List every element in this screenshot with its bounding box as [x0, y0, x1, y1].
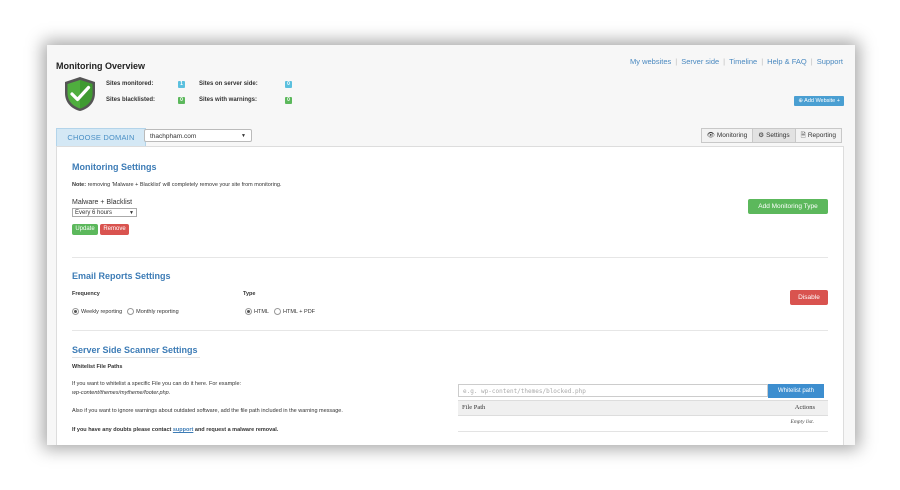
nav-help-faq[interactable]: Help & FAQ: [767, 57, 807, 66]
tab-monitoring[interactable]: 👁 Monitoring: [700, 128, 754, 143]
nav-timeline[interactable]: Timeline: [729, 57, 757, 66]
domain-select[interactable]: thachpham.com ▼: [144, 129, 252, 142]
eye-icon: 👁: [706, 132, 715, 139]
add-monitoring-type-button[interactable]: Add Monitoring Type: [748, 199, 828, 214]
support-link[interactable]: support: [173, 427, 193, 433]
col-actions: Actions: [794, 404, 815, 411]
malware-blacklist-label: Malware + Blacklist: [72, 199, 133, 206]
disable-button[interactable]: Disable: [790, 290, 828, 305]
stat-label-server-side: Sites on server side:: [199, 81, 258, 87]
type-options: HTML HTML + PDF: [245, 308, 315, 315]
plus-icon: +: [836, 98, 840, 104]
radio-weekly-label: Weekly reporting: [81, 308, 123, 315]
stat-label-warnings: Sites with warnings:: [199, 97, 258, 103]
tab-settings[interactable]: ⚙ Settings: [752, 128, 796, 143]
nav-server-side[interactable]: Server side: [681, 57, 719, 66]
stat-label-blacklisted: Sites blacklisted:: [106, 97, 156, 103]
view-tabs: 👁 Monitoring ⚙ Settings 🗎 Reporting: [700, 128, 842, 143]
stat-badge-server-side: 0: [285, 81, 292, 88]
interval-select-value: Every 6 hours: [75, 210, 113, 216]
note-label: Note:: [72, 182, 87, 188]
stat-label-monitored: Sites monitored:: [106, 81, 154, 87]
tab-monitoring-label: Monitoring: [716, 132, 748, 139]
add-website-button[interactable]: ⊕ Add Website +: [794, 96, 844, 106]
support-text: If you have any doubts please contact su…: [72, 427, 278, 433]
radio-html[interactable]: [245, 308, 252, 315]
plus-icon: ⊕: [798, 98, 803, 104]
stat-badge-blacklisted: 0: [178, 97, 185, 104]
note-text: removing 'Malware + Blacklist' will comp…: [87, 182, 282, 188]
choose-domain-tab: CHOOSE DOMAIN: [56, 128, 146, 146]
top-nav: My websites | Server side | Timeline | H…: [630, 57, 843, 66]
server-scanner-heading: Server Side Scanner Settings: [72, 345, 198, 355]
tab-settings-label: Settings: [766, 132, 790, 139]
monitoring-settings-heading: Monitoring Settings: [72, 162, 157, 172]
app-window: Monitoring Overview My websites | Server…: [47, 45, 855, 445]
section-divider: [72, 257, 828, 258]
email-reports-heading: Email Reports Settings: [72, 271, 171, 281]
whitelist-table-header: File Path Actions: [458, 400, 828, 416]
tab-reporting-label: Reporting: [807, 132, 836, 139]
remove-button[interactable]: Remove: [100, 224, 129, 235]
update-button[interactable]: Update: [72, 224, 98, 235]
stat-badge-warnings: 0: [285, 97, 292, 104]
support-text-after: and request a malware removal.: [194, 427, 279, 433]
nav-my-websites[interactable]: My websites: [630, 57, 671, 66]
empty-list-text: Empty list.: [790, 419, 814, 425]
whitelist-path-button[interactable]: Whitelist path: [768, 384, 824, 398]
gear-icon: ⚙: [758, 132, 765, 139]
nav-separator: |: [723, 57, 726, 66]
col-file-path: File Path: [462, 404, 486, 411]
interval-select[interactable]: Every 6 hours ▼: [72, 208, 137, 217]
stat-badge-monitored: 1: [178, 81, 185, 88]
section-divider: [72, 330, 828, 331]
nav-separator: |: [675, 57, 678, 66]
caret-down-icon: ▼: [241, 133, 246, 139]
type-label: Type: [243, 291, 256, 297]
whitelist-path-placeholder: e.g. wp-content/themes/blocked.php: [463, 388, 586, 395]
caret-down-icon: ▼: [129, 210, 134, 216]
whitelist-help-text: If you want to whitelist a specific File…: [72, 381, 242, 387]
whitelist-example-path: wp-content/themes/mytheme/footer.php.: [72, 390, 171, 396]
document-icon: 🗎: [800, 132, 806, 139]
outdated-software-text: Also if you want to ignore warnings abou…: [72, 408, 343, 414]
page-title: Monitoring Overview: [56, 61, 146, 71]
radio-weekly[interactable]: [72, 308, 79, 315]
nav-separator: |: [761, 57, 764, 66]
tab-reporting[interactable]: 🗎 Reporting: [794, 128, 842, 143]
heading-underline: [72, 357, 200, 358]
support-text-before: If you have any doubts please contact: [72, 427, 172, 433]
nav-separator: |: [810, 57, 813, 66]
whitelist-path-input[interactable]: e.g. wp-content/themes/blocked.php: [458, 384, 768, 397]
monitoring-note: Note: removing 'Malware + Blacklist' wil…: [72, 182, 282, 188]
frequency-label: Frequency: [72, 291, 100, 297]
radio-html-pdf[interactable]: [273, 308, 281, 315]
shield-check-icon: [65, 77, 95, 111]
radio-html-pdf-label: HTML + PDF: [282, 308, 316, 315]
domain-select-value: thachpham.com: [150, 133, 197, 140]
add-website-label: Add Website: [804, 98, 836, 104]
table-row: Empty list.: [458, 415, 828, 432]
nav-support[interactable]: Support: [817, 57, 843, 66]
radio-monthly-label: Monthly reporting: [136, 308, 179, 315]
radio-monthly[interactable]: [127, 308, 135, 315]
radio-html-label: HTML: [254, 308, 269, 315]
frequency-options: Weekly reporting Monthly reporting: [72, 308, 179, 315]
whitelist-subtitle: Whitelist File Paths: [72, 364, 123, 370]
